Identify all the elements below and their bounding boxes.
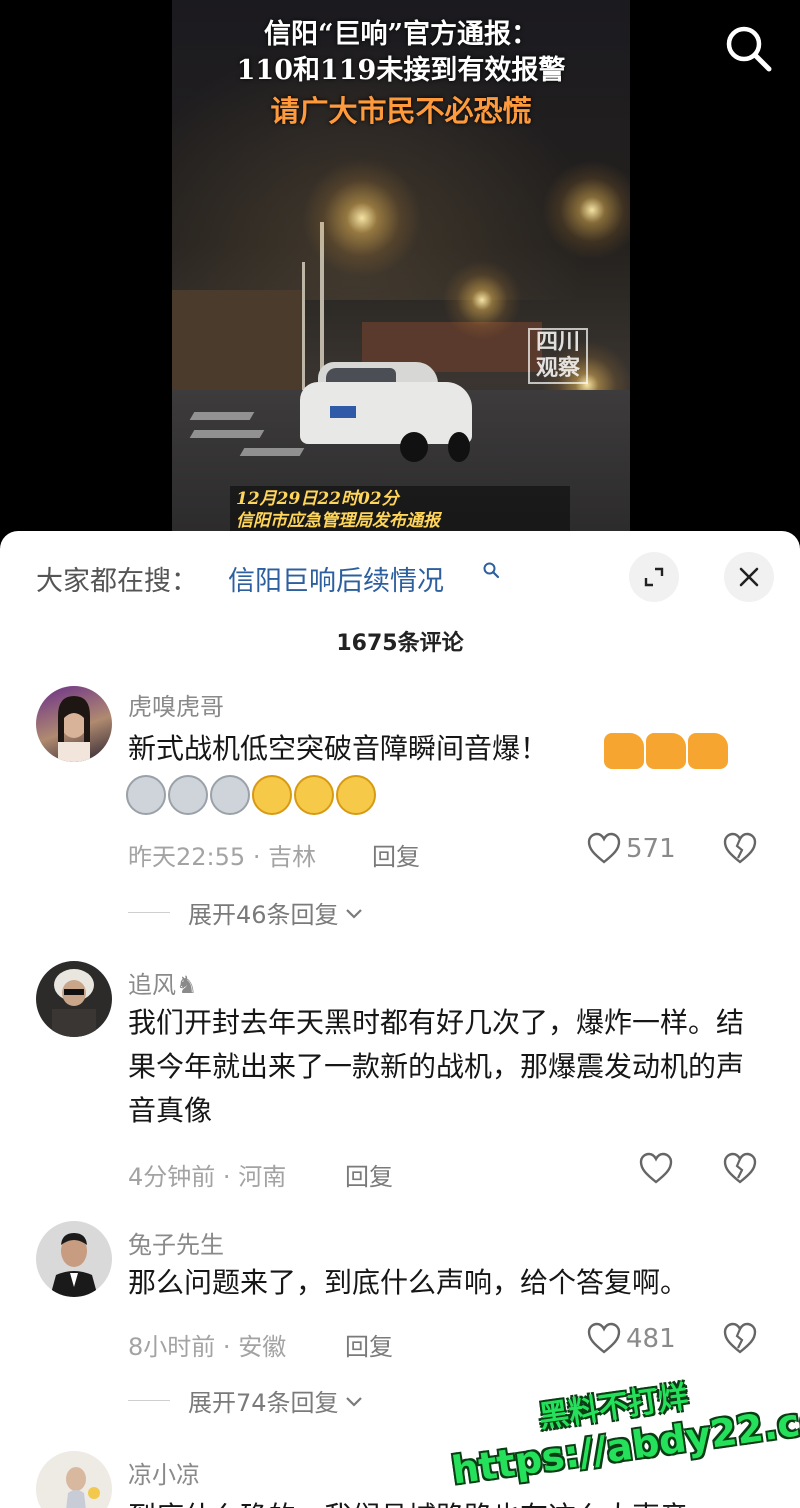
like-count: 481 — [626, 1324, 676, 1354]
like-button[interactable]: 481 — [586, 1321, 676, 1357]
comment-time: 8小时前 — [128, 1333, 216, 1361]
thinking-emoji-icon — [336, 775, 376, 815]
comment-time: 4分钟前 — [128, 1163, 216, 1191]
street-lamp-glow — [302, 158, 422, 278]
heart-icon — [639, 1152, 673, 1184]
overlay-title-line2: 110和119未接到有效报警 — [236, 55, 566, 86]
source-text: 信阳市应急管理局发布通报 — [236, 511, 440, 531]
crosswalk-stripe — [189, 430, 265, 438]
comment-author[interactable]: 兔子先生 — [128, 1225, 224, 1260]
avatar-image — [52, 969, 96, 1037]
thumbs-up-emoji-icon — [604, 733, 644, 769]
comment-location: 河南 — [238, 1163, 287, 1191]
chevron-down-icon — [345, 1396, 362, 1407]
overlay-title-line1: 信阳“巨响”官方通报： — [263, 19, 539, 50]
comment-time: 昨天22:55 — [128, 843, 246, 871]
dislike-button[interactable] — [722, 1321, 758, 1361]
trending-search-term[interactable]: 信阳巨响后续情况 — [228, 559, 444, 598]
search-button[interactable] — [720, 20, 776, 76]
emoji-row — [604, 733, 730, 769]
reply-button[interactable]: 回复 — [372, 837, 420, 872]
avatar-image — [50, 1233, 98, 1297]
trending-search-bar: 大家都在搜： 信阳巨响后续情况 — [0, 531, 800, 623]
avatar-image — [66, 1467, 100, 1508]
heart-icon — [587, 1322, 621, 1354]
dislike-button[interactable] — [722, 1151, 758, 1191]
thumbs-up-emoji-icon — [646, 733, 686, 769]
cat-emoji-icon — [168, 775, 208, 815]
white-suv — [300, 362, 472, 462]
like-button[interactable] — [638, 1151, 674, 1187]
avatar[interactable] — [36, 961, 112, 1037]
crosswalk-stripe — [239, 448, 305, 456]
avatar-image — [58, 696, 90, 762]
comment-author[interactable]: 追风♞ — [128, 965, 198, 1000]
thumbs-up-emoji-icon — [688, 733, 728, 769]
meta-separator: · — [222, 1163, 231, 1191]
thinking-emoji-icon — [252, 775, 292, 815]
heart-icon — [587, 832, 621, 864]
comment-meta: 4分钟前 · 河南 — [128, 1157, 286, 1192]
divider-line — [128, 1400, 170, 1401]
avatar[interactable] — [36, 686, 112, 762]
reply-button[interactable]: 回复 — [345, 1157, 393, 1192]
comment-text: 那么问题来了，到底什么声响，给个答复啊。 — [128, 1266, 689, 1299]
comment-meta: 昨天22:55 · 吉林 — [128, 837, 316, 872]
cat-emoji-icon — [126, 775, 166, 815]
comment-text: 我们开封去年天黑时都有好几次了，爆炸一样。结果今年就出来了一款新的战机，那爆震发… — [128, 1006, 745, 1127]
expand-replies-label: 展开46条回复 — [188, 901, 339, 929]
avatar[interactable] — [36, 1221, 112, 1297]
video-player[interactable]: 四川观察 信阳“巨响”官方通报： 110和119未接到有效报警 请广大市民不必恐… — [0, 0, 800, 545]
video-timestamp-overlay: 12月29日22时02分 信阳市应急管理局发布通报 — [230, 486, 570, 536]
meta-separator: · — [222, 1333, 231, 1361]
thinking-emoji-icon — [294, 775, 334, 815]
meta-separator: · — [252, 843, 261, 871]
comment-item: 虎嗅虎哥 新式战机低空突破音障瞬间音爆！ 昨天22:55 · 吉林 回复 571… — [0, 681, 800, 951]
source-watermark: 四川观察 — [528, 328, 588, 384]
comment-location: 安徽 — [238, 1333, 287, 1361]
comment-author[interactable]: 凉小凉 — [128, 1455, 200, 1490]
broken-heart-icon — [723, 1322, 757, 1354]
expand-button[interactable] — [629, 552, 679, 602]
broken-heart-icon — [723, 1152, 757, 1184]
search-icon[interactable] — [482, 561, 500, 579]
expand-replies-label: 展开74条回复 — [188, 1389, 339, 1417]
search-icon — [726, 26, 772, 72]
emoji-row — [126, 775, 378, 815]
comment-count: 1675条评论 — [336, 631, 464, 656]
reply-button[interactable]: 回复 — [345, 1327, 393, 1362]
expand-replies-button[interactable]: 展开74条回复 — [128, 1383, 365, 1418]
avatar[interactable] — [36, 1451, 112, 1508]
comment-text-content: 新式战机低空突破音障瞬间音爆！ — [128, 732, 549, 765]
broken-heart-icon — [723, 832, 757, 864]
comment-meta: 8小时前 · 安徽 — [128, 1327, 286, 1362]
comment-author[interactable]: 虎嗅虎哥 — [128, 687, 224, 722]
street-lamp-glow — [442, 260, 522, 340]
comment-panel: 大家都在搜： 信阳巨响后续情况 1675条评论 虎嗅虎哥 新式战机低空突破音障瞬… — [0, 531, 800, 1508]
like-count: 571 — [626, 834, 676, 864]
chevron-down-icon — [345, 908, 362, 919]
overlay-subtitle: 请广大市民不必恐慌 — [270, 94, 532, 128]
dislike-button[interactable] — [722, 831, 758, 871]
trending-search-prefix: 大家都在搜： — [36, 566, 198, 597]
expand-replies-button[interactable]: 展开46条回复 — [128, 895, 365, 930]
cat-emoji-icon — [210, 775, 250, 815]
timestamp-text: 12月29日22时02分 — [236, 489, 399, 509]
video-building — [172, 290, 302, 390]
divider-line — [128, 912, 170, 913]
video-frame[interactable]: 四川观察 信阳“巨响”官方通报： 110和119未接到有效报警 请广大市民不必恐… — [172, 0, 630, 545]
comment-item: 追风♞ 我们开封去年天黑时都有好几次了，爆炸一样。结果今年就出来了一款新的战机，… — [0, 961, 800, 1191]
close-button[interactable] — [724, 552, 774, 602]
comment-location: 吉林 — [268, 843, 317, 871]
expand-icon — [644, 567, 664, 587]
like-button[interactable]: 571 — [586, 831, 676, 867]
crosswalk-stripe — [189, 412, 255, 420]
close-icon — [739, 567, 759, 587]
comment-text: 到底什么确的，我们县城路路也有这么大声音 — [128, 1495, 768, 1508]
